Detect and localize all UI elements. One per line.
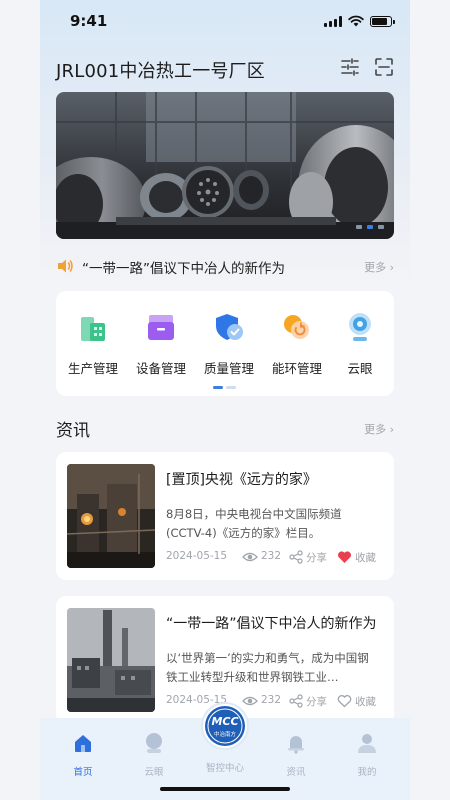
speaker-icon [58, 259, 73, 273]
news-title: “一带一路”倡议下中冶人的新作为 [166, 616, 377, 632]
home-indicator [160, 787, 290, 791]
share-label[interactable]: 分享 [306, 550, 327, 565]
menu-item-energy[interactable]: 能环管理 [263, 311, 331, 377]
header-actions [340, 57, 394, 77]
notice-more-label: 更多 [364, 261, 387, 274]
share-label[interactable]: 分享 [306, 694, 327, 709]
menu-item-production[interactable]: 生产管理 [59, 311, 127, 377]
section-title: 资讯 [56, 421, 90, 441]
home-icon [75, 735, 91, 752]
news-views: 232 [261, 550, 282, 562]
news-card[interactable]: [置顶]央视《远方的家》 8月8日，中央电视台中文国际频道(CCTV-4)《远方… [56, 452, 394, 580]
tab-label: 资讯 [286, 767, 306, 778]
notice-more-link[interactable]: 更多 › [364, 259, 394, 275]
user-circle-icon [146, 733, 162, 753]
tab-news[interactable]: 资讯 [271, 732, 321, 778]
scan-icon[interactable] [374, 57, 394, 77]
tab-label: 我的 [357, 767, 377, 778]
banner-pager [356, 225, 384, 229]
eye-icon [242, 552, 258, 562]
news-section-header: 资讯 更多 › [56, 416, 394, 442]
tab-mine[interactable]: 我的 [342, 732, 392, 778]
building-icon [81, 317, 105, 341]
news-title: [置顶]央视《远方的家》 [166, 472, 317, 488]
filter-icon[interactable] [340, 57, 360, 77]
tab-cloud-eye[interactable]: 云眼 [129, 732, 179, 778]
app-screen: 9:41 JRL001中冶热工一号厂区 “一带一路”倡议下中冶人的新作为 更多 … [40, 0, 410, 800]
news-description: 8月8日，中央电视台中文国际频道(CCTV-4)《远方的家》栏目。 [166, 507, 342, 540]
tab-control-center[interactable]: 智控中心 [200, 732, 250, 774]
menu-label: 生产管理 [67, 361, 118, 376]
news-views: 232 [261, 694, 282, 706]
page-header: JRL001中冶热工一号厂区 [56, 55, 394, 82]
energy-icon [284, 315, 309, 339]
news-date: 2024-05-15 [166, 550, 228, 562]
bottom-tab-bar: 首页 云眼 MCC 中冶南方 智控中心 资讯 我的 [40, 702, 410, 800]
shield-check-icon [216, 314, 243, 340]
heart-filled-icon[interactable] [337, 550, 352, 564]
share-icon[interactable] [289, 694, 303, 708]
news-more-link[interactable]: 更多 › [364, 421, 394, 437]
collect-label[interactable]: 收藏 [355, 550, 376, 565]
menu-label: 设备管理 [135, 361, 186, 376]
notice-text[interactable]: “一带一路”倡议下中冶人的新作为 [82, 257, 285, 277]
news-thumbnail [67, 464, 155, 568]
steel-plant-image [67, 464, 155, 568]
menu-pager [213, 386, 236, 389]
status-time: 9:41 [70, 12, 108, 30]
person-icon [358, 734, 376, 753]
news-description: 以‘世界第一’的实力和勇气，成为中国钢 铁工业转型升级和世界钢铁工业… [166, 651, 369, 684]
mcc-logo-text: MCC [211, 715, 239, 728]
page-title: JRL001中冶热工一号厂区 [56, 61, 265, 82]
menu-item-cloud-eye[interactable]: 云眼 [326, 311, 394, 377]
menu-label: 云眼 [347, 361, 373, 376]
chimney-plant-image [67, 608, 155, 712]
tab-label: 云眼 [144, 767, 164, 778]
news-meta: 2024-05-15 232 分享 收藏 [166, 550, 384, 564]
hero-banner[interactable] [56, 92, 394, 239]
status-bar: 9:41 [40, 0, 410, 44]
tab-label: 智控中心 [205, 763, 244, 774]
battery-icon [370, 15, 395, 27]
bell-icon [288, 736, 304, 754]
signal-icon [324, 15, 342, 27]
function-menu: 生产管理 设备管理 质量管理 能环管理 云眼 [56, 291, 394, 396]
wifi-icon [348, 15, 364, 27]
menu-label: 能环管理 [271, 361, 322, 376]
toolbox-icon [148, 315, 174, 340]
share-icon[interactable] [289, 550, 303, 564]
tab-home[interactable]: 首页 [58, 732, 108, 778]
tab-label: 首页 [73, 767, 93, 778]
factory-pipes-image [56, 92, 394, 239]
menu-label: 质量管理 [203, 361, 254, 376]
news-more-label: 更多 [364, 423, 387, 436]
status-icons [324, 15, 395, 27]
menu-item-quality[interactable]: 质量管理 [195, 311, 263, 377]
notice-bar[interactable]: “一带一路”倡议下中冶人的新作为 更多 › [56, 256, 394, 277]
heart-outline-icon[interactable] [337, 694, 352, 708]
collect-label[interactable]: 收藏 [355, 694, 376, 709]
camera-icon [349, 313, 371, 341]
news-thumbnail [67, 608, 155, 712]
menu-item-equipment[interactable]: 设备管理 [127, 311, 195, 377]
news-meta: 2024-05-15 232 分享 收藏 [166, 694, 384, 708]
